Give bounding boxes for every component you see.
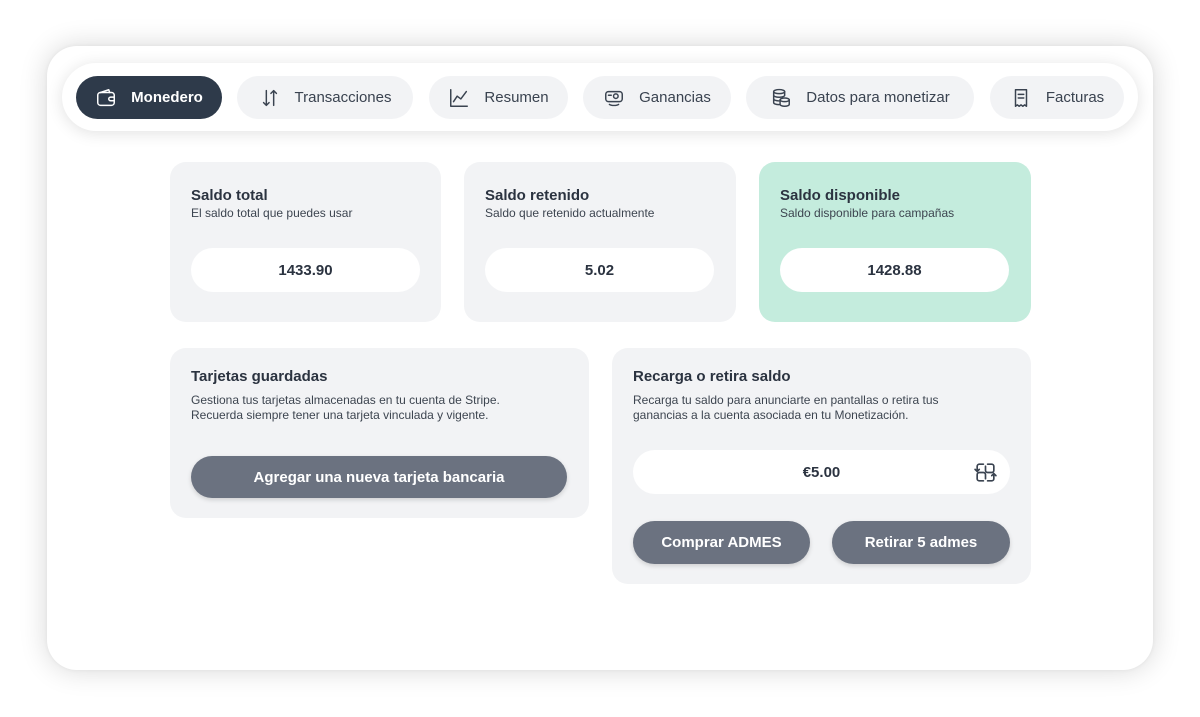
saldo-total-value: 1433.90 xyxy=(191,248,420,292)
card-title: Saldo total xyxy=(191,187,268,204)
card-subtitle: Saldo que retenido actualmente xyxy=(485,206,655,220)
saldo-total-card: Saldo total El saldo total que puedes us… xyxy=(170,162,441,322)
card-title: Saldo disponible xyxy=(780,187,901,204)
card-title: Saldo retenido xyxy=(485,187,590,204)
add-card-button[interactable]: Agregar una nueva tarjeta bancaria xyxy=(191,456,567,498)
tab-resumen[interactable]: Resumen xyxy=(429,76,568,119)
tab-label: Monedero xyxy=(131,89,203,106)
card-subtitle: Saldo disponible para campañas xyxy=(780,206,955,220)
tab-label: Facturas xyxy=(1045,89,1105,106)
saldo-retenido-card: Saldo retenido Saldo que retenido actual… xyxy=(464,162,736,322)
saldo-retenido-value: 5.02 xyxy=(485,248,714,292)
saldo-disponible-value: 1428.88 xyxy=(780,248,1009,292)
wallet-icon xyxy=(97,88,116,106)
tab-datos-monetizar[interactable]: Datos para monetizar xyxy=(746,76,974,119)
buy-admes-button[interactable]: Comprar ADMES xyxy=(633,521,810,564)
earnings-icon xyxy=(605,90,624,106)
tab-label: Resumen xyxy=(484,89,549,106)
saldo-disponible-card: Saldo disponible Saldo disponible para c… xyxy=(759,162,1031,322)
card-description-line-2: Recuerda siempre tener una tarjeta vincu… xyxy=(191,408,489,422)
tab-transacciones[interactable]: Transacciones xyxy=(237,76,413,119)
tarjetas-guardadas-card: Tarjetas guardadas Gestiona tus tarjetas… xyxy=(170,348,589,518)
exchange-icon[interactable] xyxy=(973,460,998,485)
line-chart-icon xyxy=(450,88,469,107)
coins-icon xyxy=(773,88,791,107)
tab-label: Ganancias xyxy=(639,89,711,106)
card-title: Tarjetas guardadas xyxy=(191,368,328,385)
card-title: Recarga o retira saldo xyxy=(633,368,791,385)
recarga-card: Recarga o retira saldo Recarga tu saldo … xyxy=(612,348,1031,584)
tab-label: Datos para monetizar xyxy=(806,89,950,106)
card-subtitle: El saldo total que puedes usar xyxy=(191,206,353,220)
card-description-line-2: ganancias a la cuenta asociada en tu Mon… xyxy=(633,408,909,422)
tab-facturas[interactable]: Facturas xyxy=(990,76,1124,119)
card-description-line-1: Recarga tu saldo para anunciarte en pant… xyxy=(633,393,939,407)
tab-ganancias[interactable]: Ganancias xyxy=(583,76,731,119)
receipt-icon xyxy=(1014,88,1028,107)
card-description-line-1: Gestiona tus tarjetas almacenadas en tu … xyxy=(191,393,500,407)
withdraw-admes-button[interactable]: Retirar 5 admes xyxy=(832,521,1010,564)
amount-field[interactable]: €5.00 xyxy=(633,450,1010,494)
amount-value: €5.00 xyxy=(802,463,841,481)
tab-label: Transacciones xyxy=(294,89,392,106)
tab-monedero[interactable]: Monedero xyxy=(76,76,222,119)
sort-arrows-icon xyxy=(262,89,277,106)
